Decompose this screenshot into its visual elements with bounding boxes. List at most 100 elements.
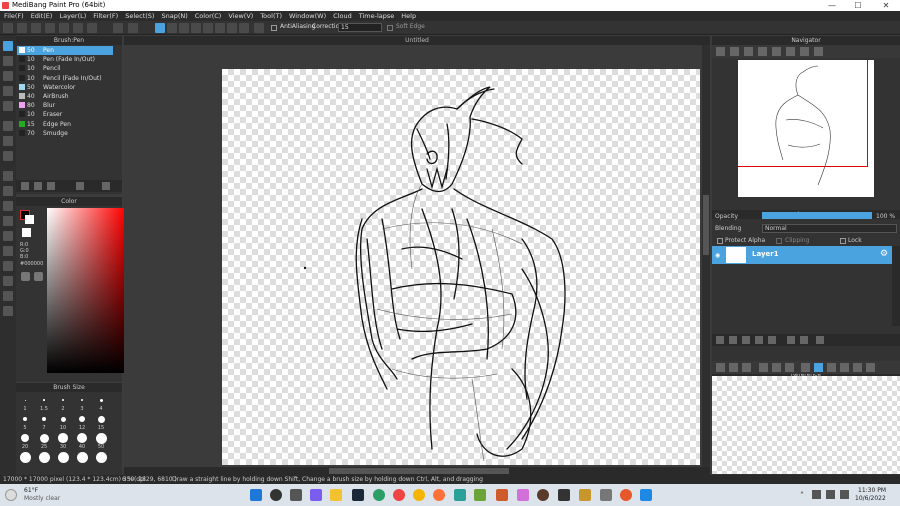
gradation-tool-icon[interactable]	[3, 151, 13, 161]
redo-icon[interactable]	[128, 23, 138, 33]
correction-select[interactable]: 15	[338, 23, 382, 32]
ref-zoom-in-icon[interactable]	[759, 363, 768, 372]
rotate-right-icon[interactable]	[800, 47, 809, 56]
task-view-icon[interactable]	[290, 489, 302, 501]
document-tab[interactable]: Untitled	[124, 36, 710, 45]
clock-date[interactable]: 10/6/2022	[855, 495, 886, 502]
drawing-canvas[interactable]	[222, 69, 700, 465]
brush-item[interactable]: 80 Blur	[17, 101, 113, 110]
layer-settings-gear-icon[interactable]: ⚙	[880, 249, 888, 259]
opera-icon[interactable]	[393, 489, 405, 501]
merge-layer-icon[interactable]	[800, 336, 808, 344]
layer-scrollbar[interactable]	[892, 246, 900, 326]
brush-size-preset[interactable]	[76, 451, 88, 463]
app-icon-7[interactable]	[600, 489, 612, 501]
battery-icon[interactable]	[840, 490, 849, 499]
edge-icon[interactable]	[373, 489, 385, 501]
rotate-left-icon[interactable]	[772, 47, 781, 56]
brush-folder-icon[interactable]	[76, 182, 84, 190]
color-wheel-icon[interactable]	[34, 272, 43, 281]
layer-folder-icon[interactable]	[768, 336, 776, 344]
new-halftone-layer-icon[interactable]	[729, 336, 737, 344]
select-eraser-tool-icon[interactable]	[3, 231, 13, 241]
saturation-value-picker[interactable]	[47, 208, 125, 373]
fill-rect-tool-icon[interactable]	[3, 121, 13, 131]
brush-item[interactable]: 10 Pen (Fade In/Out)	[17, 55, 113, 64]
menu-snap[interactable]: Snap(N)	[161, 12, 187, 20]
snap-curve-icon[interactable]	[227, 23, 237, 33]
brush-size-preset[interactable]	[21, 434, 29, 442]
brush-size-preset[interactable]	[79, 416, 85, 422]
menu-file[interactable]: File(F)	[4, 12, 24, 20]
steam-icon[interactable]	[352, 489, 364, 501]
app-icon-8[interactable]	[640, 489, 652, 501]
brush-item[interactable]: 10 Pencil	[17, 64, 113, 73]
menu-color[interactable]: Color(C)	[195, 12, 222, 20]
snap-cross-icon[interactable]	[179, 23, 189, 33]
bucket-tool-icon[interactable]	[3, 136, 13, 146]
flip-icon[interactable]	[814, 47, 823, 56]
reference-canvas[interactable]	[712, 376, 900, 474]
brush-size-preset[interactable]	[95, 432, 107, 444]
tray-chevron-icon[interactable]: ˄	[800, 491, 804, 500]
snap-radial-icon[interactable]	[203, 23, 213, 33]
brush-item[interactable]: 15 Edge Pen	[17, 120, 113, 129]
teams-icon[interactable]	[310, 489, 322, 501]
app-icon-2[interactable]	[474, 489, 486, 501]
horizontal-scroll-thumb[interactable]	[329, 468, 509, 474]
delete-layer-icon[interactable]	[816, 336, 824, 344]
zoom-in-icon[interactable]	[716, 47, 725, 56]
save-icon[interactable]	[31, 23, 41, 33]
file-explorer-icon[interactable]	[330, 489, 342, 501]
app-icon-1[interactable]	[454, 489, 466, 501]
brush-size-preset[interactable]	[43, 399, 45, 401]
brush-size-preset[interactable]	[95, 451, 107, 463]
brush-size-preset[interactable]	[80, 398, 84, 402]
weather-temp[interactable]: 61°F	[24, 487, 38, 494]
blending-select[interactable]: Normal	[762, 224, 897, 233]
menu-layer[interactable]: Layer(L)	[59, 12, 86, 20]
eraser-tool-icon[interactable]	[3, 56, 13, 66]
background-color-swatch[interactable]	[25, 215, 34, 224]
ref-zoom-out-icon[interactable]	[772, 363, 781, 372]
snap-gear-icon[interactable]	[254, 23, 264, 33]
app-icon-6[interactable]	[579, 489, 591, 501]
vertical-scroll-thumb[interactable]	[703, 195, 709, 255]
brush-tool-icon[interactable]	[3, 41, 13, 51]
volume-icon[interactable]	[826, 490, 835, 499]
menu-edit[interactable]: Edit(E)	[31, 12, 53, 20]
ref-rotate-left-icon[interactable]	[827, 363, 836, 372]
protect-alpha-checkbox[interactable]	[717, 238, 723, 244]
new-layer-icon[interactable]	[716, 336, 724, 344]
soft-edge-checkbox[interactable]	[387, 25, 393, 31]
fit-icon[interactable]	[744, 47, 753, 56]
ref-rotate-right-icon[interactable]	[840, 363, 849, 372]
text-tool-icon[interactable]	[3, 246, 13, 256]
minimize-button[interactable]: —	[820, 0, 844, 11]
weather-desc[interactable]: Mostly clear	[24, 495, 60, 502]
menu-view[interactable]: View(V)	[228, 12, 253, 20]
settings-icon[interactable]	[73, 23, 83, 33]
hand-tool-icon[interactable]	[3, 306, 13, 316]
menu-timelapse[interactable]: Time-lapse	[359, 12, 395, 20]
brush-size-preset[interactable]	[23, 417, 27, 421]
new-8bit-layer-icon[interactable]	[742, 336, 750, 344]
palette-icon[interactable]	[21, 272, 30, 281]
weather-moon-icon[interactable]	[5, 489, 17, 501]
menu-help[interactable]: Help	[401, 12, 416, 20]
brush-item[interactable]: 40 AirBrush	[17, 92, 113, 101]
app-icon-3[interactable]	[496, 489, 508, 501]
menu-select[interactable]: Select(S)	[125, 12, 154, 20]
actual-size-icon[interactable]	[758, 47, 767, 56]
firefox-icon[interactable]	[433, 489, 445, 501]
lock-checkbox[interactable]	[840, 238, 846, 244]
clipping-checkbox[interactable]	[776, 238, 782, 244]
brush-size-preset[interactable]	[77, 433, 87, 443]
brush-size-preset[interactable]	[39, 433, 49, 443]
layer-row[interactable]: ◉ Layer1 ⚙	[712, 246, 892, 264]
grid-icon[interactable]	[87, 23, 97, 33]
shape-tool-icon[interactable]	[3, 86, 13, 96]
navigator-preview[interactable]	[738, 60, 874, 197]
lasso-tool-icon[interactable]	[3, 186, 13, 196]
brush-item[interactable]: 10 Pencil (Fade In/Out)	[17, 74, 113, 83]
